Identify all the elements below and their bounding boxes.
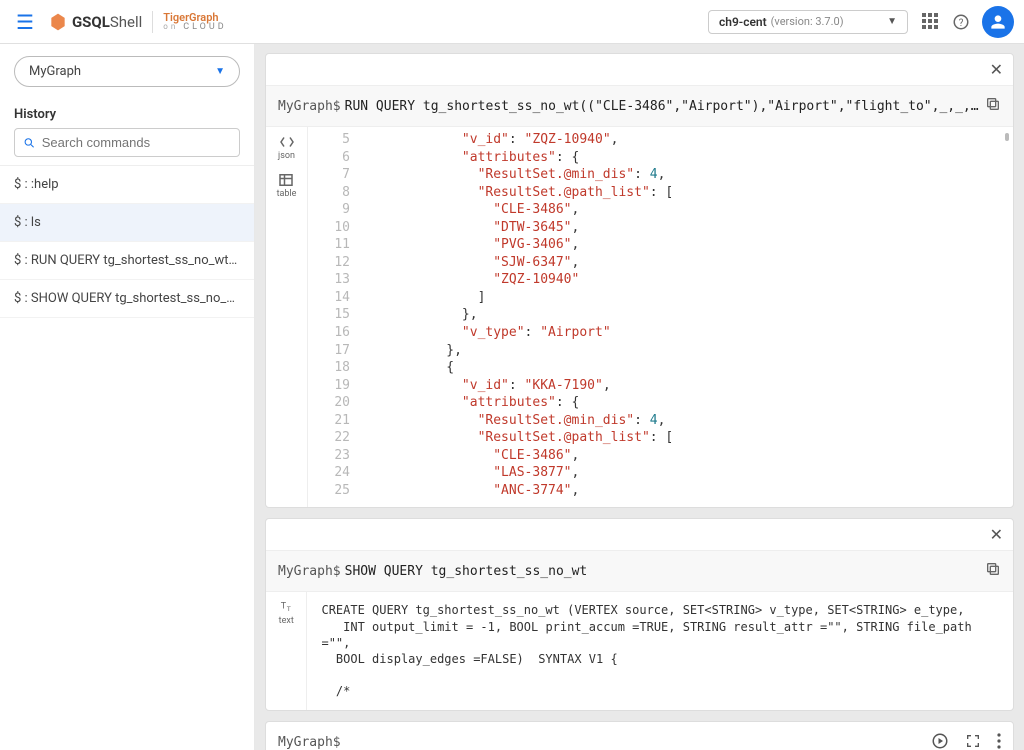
main-area: ✕ MyGraph$ RUN QUERY tg_shortest_ss_no_w… <box>255 44 1024 750</box>
history-item[interactable]: $ : SHOW QUERY tg_shortest_ss_no_wt <box>0 280 254 318</box>
apps-grid-icon[interactable] <box>922 13 940 31</box>
history-item[interactable]: $ : :help <box>0 166 254 204</box>
table-tab[interactable]: table <box>277 171 297 199</box>
history-list: $ : :help$ : ls$ : RUN QUERY tg_shortest… <box>0 165 254 318</box>
prompt-label: MyGraph$ <box>278 735 341 750</box>
close-icon[interactable]: ✕ <box>990 525 1003 544</box>
graph-selector[interactable]: MyGraph ▼ <box>14 56 240 87</box>
help-icon[interactable]: ? <box>952 13 970 31</box>
user-avatar[interactable] <box>982 6 1014 38</box>
svg-text:?: ? <box>959 17 964 28</box>
history-search[interactable] <box>14 128 240 157</box>
search-input[interactable] <box>42 135 231 150</box>
hamburger-menu[interactable]: ☰ <box>10 6 40 38</box>
command-text: SHOW QUERY tg_shortest_ss_no_wt <box>345 564 588 579</box>
command-bar: MyGraph$ SHOW QUERY tg_shortest_ss_no_wt <box>266 551 1013 592</box>
output-view-tabs: TT text <box>266 592 307 709</box>
command-prompt[interactable]: MyGraph$ <box>265 721 1014 750</box>
history-item[interactable]: $ : RUN QUERY tg_shortest_ss_no_wt(("CL.… <box>0 242 254 280</box>
chevron-down-icon: ▼ <box>887 16 897 27</box>
result-card-show-query: ✕ MyGraph$ SHOW QUERY tg_shortest_ss_no_… <box>265 518 1014 710</box>
text-tab[interactable]: TT text <box>277 598 295 626</box>
text-output[interactable]: CREATE QUERY tg_shortest_ss_no_wt (VERTE… <box>307 592 1013 709</box>
database-selector[interactable]: ch9-cent (version: 3.7.0) ▼ <box>708 10 908 34</box>
svg-text:T: T <box>287 605 291 613</box>
more-icon[interactable] <box>997 733 1001 750</box>
result-card-run-query: ✕ MyGraph$ RUN QUERY tg_shortest_ss_no_w… <box>265 53 1014 508</box>
app-logo: GSQLShell <box>48 12 142 32</box>
fullscreen-icon[interactable] <box>965 733 981 750</box>
scrollbar-thumb[interactable] <box>1005 133 1009 141</box>
tigergraph-icon <box>48 12 68 32</box>
copy-icon[interactable] <box>985 561 1001 581</box>
close-icon[interactable]: ✕ <box>990 60 1003 79</box>
topbar: ☰ GSQLShell TigerGraph on CLOUD ch9-cent… <box>0 0 1024 44</box>
search-icon <box>23 136 36 150</box>
command-bar: MyGraph$ RUN QUERY tg_shortest_ss_no_wt(… <box>266 86 1013 127</box>
sidebar: MyGraph ▼ History $ : :help$ : ls$ : RUN… <box>0 44 255 750</box>
chevron-down-icon: ▼ <box>215 66 225 77</box>
history-item[interactable]: $ : ls <box>0 204 254 242</box>
run-icon[interactable] <box>931 732 949 750</box>
output-view-tabs: json table <box>266 127 308 507</box>
command-text: RUN QUERY tg_shortest_ss_no_wt(("CLE-348… <box>345 99 985 114</box>
json-output[interactable]: 5 "v_id": "ZQZ-10940",6 "attributes": {7… <box>308 127 1013 507</box>
history-heading: History <box>0 99 254 128</box>
json-tab[interactable]: json <box>278 133 296 161</box>
tigergraph-cloud-logo: TigerGraph on CLOUD <box>163 12 226 32</box>
svg-text:T: T <box>281 602 287 612</box>
copy-icon[interactable] <box>985 96 1001 116</box>
